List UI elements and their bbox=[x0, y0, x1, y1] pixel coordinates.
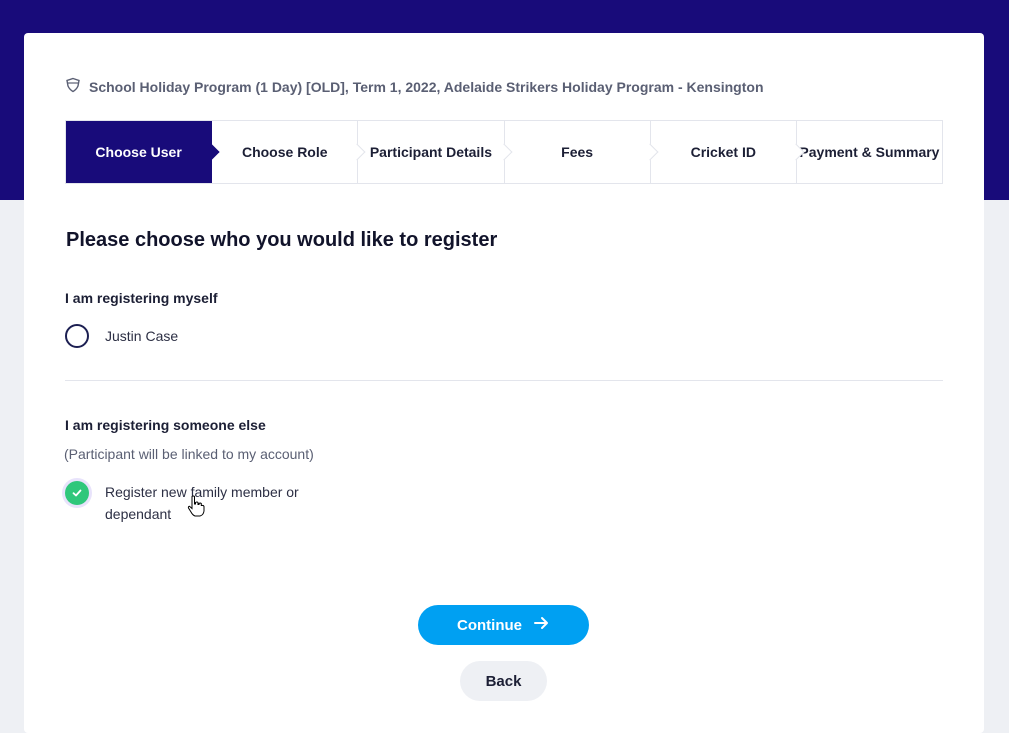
hand-pointer-icon bbox=[187, 495, 205, 517]
other-section-hint: (Participant will be linked to my accoun… bbox=[64, 446, 314, 462]
step-label: Payment & Summary bbox=[799, 144, 940, 160]
step-choose-user[interactable]: Choose User bbox=[66, 121, 220, 183]
shield-icon bbox=[65, 77, 81, 96]
program-title-text: School Holiday Program (1 Day) [OLD], Te… bbox=[89, 78, 764, 95]
radio-checked-icon[interactable] bbox=[65, 481, 89, 505]
registration-stepper: Choose User Choose Role Participant Deta… bbox=[65, 120, 943, 184]
option-label: Justin Case bbox=[105, 328, 179, 344]
step-label: Participant Details bbox=[369, 144, 492, 160]
step-choose-role[interactable]: Choose Role bbox=[212, 121, 366, 183]
option-label-line2: dependant bbox=[105, 506, 172, 522]
option-justin-case[interactable]: Justin Case bbox=[65, 324, 178, 348]
step-payment-summary[interactable]: Payment & Summary bbox=[796, 121, 943, 183]
page-heading: Please choose who you would like to regi… bbox=[66, 229, 498, 251]
step-label: Fees bbox=[561, 144, 594, 160]
step-label: Cricket ID bbox=[690, 144, 756, 160]
self-section-label: I am registering myself bbox=[65, 290, 218, 306]
continue-button[interactable]: Continue bbox=[418, 605, 589, 645]
continue-label: Continue bbox=[457, 616, 522, 634]
step-cricket-id[interactable]: Cricket ID bbox=[650, 121, 805, 183]
section-divider bbox=[65, 380, 943, 381]
step-label: Choose Role bbox=[241, 144, 328, 160]
other-section-label: I am registering someone else bbox=[65, 417, 266, 433]
program-title: School Holiday Program (1 Day) [OLD], Te… bbox=[65, 77, 764, 96]
option-register-family-member[interactable]: Register new family member or dependant bbox=[65, 481, 299, 525]
step-fees[interactable]: Fees bbox=[504, 121, 659, 183]
step-participant-details[interactable]: Participant Details bbox=[358, 121, 513, 183]
back-button[interactable]: Back bbox=[460, 661, 547, 701]
registration-card: School Holiday Program (1 Day) [OLD], Te… bbox=[24, 33, 984, 733]
radio-unchecked-icon[interactable] bbox=[65, 324, 89, 348]
step-label: Choose User bbox=[95, 144, 182, 160]
arrow-right-icon bbox=[532, 614, 550, 636]
